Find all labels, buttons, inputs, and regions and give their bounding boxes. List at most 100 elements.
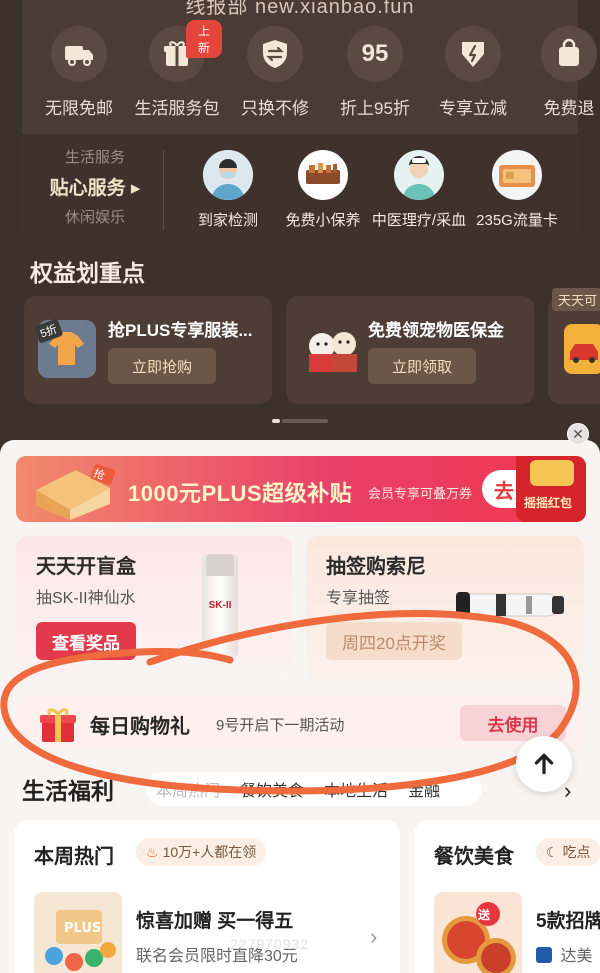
benefit-card-plus-clothing[interactable]: 5折 抢PLUS专享服装... 立即抢购 [24, 296, 272, 404]
card-title: 餐饮美食 [434, 846, 514, 868]
red-packet-decoration: 摇摇红包 [516, 456, 586, 522]
benefit-card-title: 抢PLUS专享服装... [108, 321, 253, 340]
header-url-text: 线报部 new.xianbao.fun [185, 0, 415, 18]
perk-label: 折上95折 [340, 99, 410, 118]
perk-exclusive-discount[interactable]: 专享立减 [428, 26, 518, 119]
sim-card-avatar [492, 150, 542, 200]
doctor-avatar [203, 150, 253, 200]
sony-lottery-tile[interactable]: 抽签购索尼 专享抽签 周四20点开奖 [306, 536, 584, 680]
camera-lens-image [456, 588, 566, 622]
service-label: 免费小保养 [285, 212, 361, 229]
view-prizes-button[interactable]: 查看奖品 [36, 622, 136, 660]
watermark-text: 227970932 [230, 936, 310, 952]
draw-time-button[interactable]: 周四20点开奖 [326, 622, 462, 660]
service-category-bottom: 休闲娱乐 [64, 209, 125, 226]
pizza-thumbnail: 送 [434, 892, 522, 973]
moon-icon: ☾ [546, 843, 559, 860]
red-packet-lid [530, 460, 574, 486]
pager-dot-active [272, 419, 280, 423]
service-label: 235G流量卡 [476, 212, 558, 229]
nurse-avatar [394, 150, 444, 200]
car-icon [564, 324, 600, 374]
svg-text:PLUS: PLUS [64, 921, 101, 936]
perk-replace-not-repair[interactable]: 只换不修 [230, 26, 320, 119]
skii-bottle: SK-II [202, 554, 238, 658]
service-tcm-therapy[interactable]: 中医理疗/采血 [370, 150, 468, 230]
life-welfare-title: 生活福利 [22, 778, 114, 804]
perk-free-return[interactable]: 免费退 [524, 26, 600, 119]
plus-gift-thumbnail: PLUS [34, 892, 122, 973]
discount-icon [445, 26, 501, 82]
truck-icon [51, 26, 107, 82]
scroll-to-top-button[interactable] [516, 736, 572, 792]
tools-avatar [298, 150, 348, 200]
card-item-desc: 达美 [536, 942, 592, 966]
food-tag-text: 吃点 [562, 844, 591, 860]
claim-now-button[interactable]: 立即领取 [368, 348, 476, 384]
95-icon: 95 [347, 26, 403, 82]
service-label: 中医理疗/采血 [371, 212, 467, 229]
tile-subtitle: 专享抽签 [326, 590, 391, 607]
divider [163, 150, 164, 230]
skii-label: SK-II [208, 600, 232, 611]
close-icon[interactable]: ✕ [567, 423, 589, 445]
hot-this-week-card[interactable]: 本周热门 ♨ 10万+人都在领 PLUS 惊喜加赠 买一得五 联名会员限时直降3… [14, 820, 400, 973]
service-category-active: 贴心服务 ▸ [49, 178, 141, 199]
exchange-shield-icon [247, 26, 303, 82]
perk-life-service-pack[interactable]: 上新 生活服务包 [132, 20, 222, 119]
food-card[interactable]: 餐饮美食 ☾ 吃点 送 5款招牌 达美 [414, 820, 600, 973]
card-item-name: 5款招牌 [536, 911, 600, 932]
life-category-tabs: 本周热门 餐饮美食 本地生活 金融 [146, 772, 482, 806]
daily-gift-title: 每日购物礼 [90, 716, 190, 738]
banner-subtitle: 会员专享可叠万券 [368, 486, 473, 501]
card-item-name: 惊喜加赠 买一得五 [136, 911, 294, 932]
tab-local-life[interactable]: 本地生活 [324, 777, 388, 801]
arrow-up-icon [534, 753, 554, 775]
pager-track [282, 419, 328, 423]
new-badge: 上新 [186, 20, 222, 58]
service-category-top: 生活服务 [64, 149, 125, 166]
daily-shopping-gift[interactable]: 每日购物礼 9号开启下一期活动 去使用 [16, 696, 584, 750]
perk-label: 生活服务包 [134, 99, 220, 118]
chevron-right-icon[interactable]: › [370, 924, 377, 950]
food-tag: ☾ 吃点 [536, 838, 600, 866]
perk-label: 免费退 [543, 99, 595, 118]
gift-icon [38, 704, 78, 744]
perk-label: 只换不修 [241, 99, 309, 118]
perk-95-discount[interactable]: 95 折上95折 [330, 26, 420, 119]
plus-subsidy-banner[interactable]: 抢 1000元PLUS超级补贴 会员专享可叠万券 去 摇摇红包 [16, 456, 586, 522]
return-bag-icon [541, 26, 597, 82]
perk-free-shipping[interactable]: 无限免邮 [34, 26, 124, 119]
tile-title: 天天开盲盒 [36, 556, 136, 578]
tshirt-icon: 5折 [33, 318, 96, 378]
pets-illustration [300, 324, 368, 380]
dominos-logo-icon [536, 947, 552, 963]
card-title: 本周热门 [34, 846, 114, 868]
daily-gift-subtitle: 9号开启下一期活动 [216, 717, 345, 734]
buy-now-button[interactable]: 立即抢购 [108, 348, 216, 384]
popularity-tag-text: 10万+人都在领 [162, 844, 257, 860]
card-item-desc-text: 达美 [560, 948, 593, 965]
service-free-maintenance[interactable]: 免费小保养 [280, 150, 366, 230]
service-category-switch[interactable]: 生活服务 贴心服务 ▸ 休闲娱乐 [40, 146, 150, 227]
banner-title: 1000元PLUS超级补贴 [128, 481, 353, 506]
tab-hot-this-week[interactable]: 本周热门 [156, 777, 220, 801]
tab-food[interactable]: 餐饮美食 [240, 777, 304, 801]
tile-title: 抽签购索尼 [326, 556, 426, 578]
service-home-check[interactable]: 到家检测 [190, 150, 266, 230]
use-now-button[interactable]: 去使用 [460, 705, 566, 741]
tile-subtitle: 抽SK-II神仙水 [36, 590, 136, 607]
perk-label: 专享立减 [439, 99, 507, 118]
fire-icon: ♨ [146, 843, 159, 860]
gift-box-illustration: 抢 [22, 460, 122, 520]
bottle-cap [206, 554, 234, 576]
service-label: 到家检测 [197, 212, 258, 229]
gift-badge: 送 [478, 908, 491, 922]
service-data-card[interactable]: 235G流量卡 [472, 150, 562, 230]
benefit-card-daily[interactable]: 天天可 [548, 288, 600, 404]
popularity-tag: ♨ 10万+人都在领 [136, 838, 267, 866]
blind-box-tile[interactable]: 天天开盲盒 抽SK-II神仙水 查看奖品 SK-II [16, 536, 292, 680]
benefit-card-pet-insurance[interactable]: 免费领宠物医保金 立即领取 [286, 296, 534, 404]
tab-finance[interactable]: 金融 [408, 777, 440, 801]
benefit-card-tag: 天天可 [552, 288, 600, 311]
